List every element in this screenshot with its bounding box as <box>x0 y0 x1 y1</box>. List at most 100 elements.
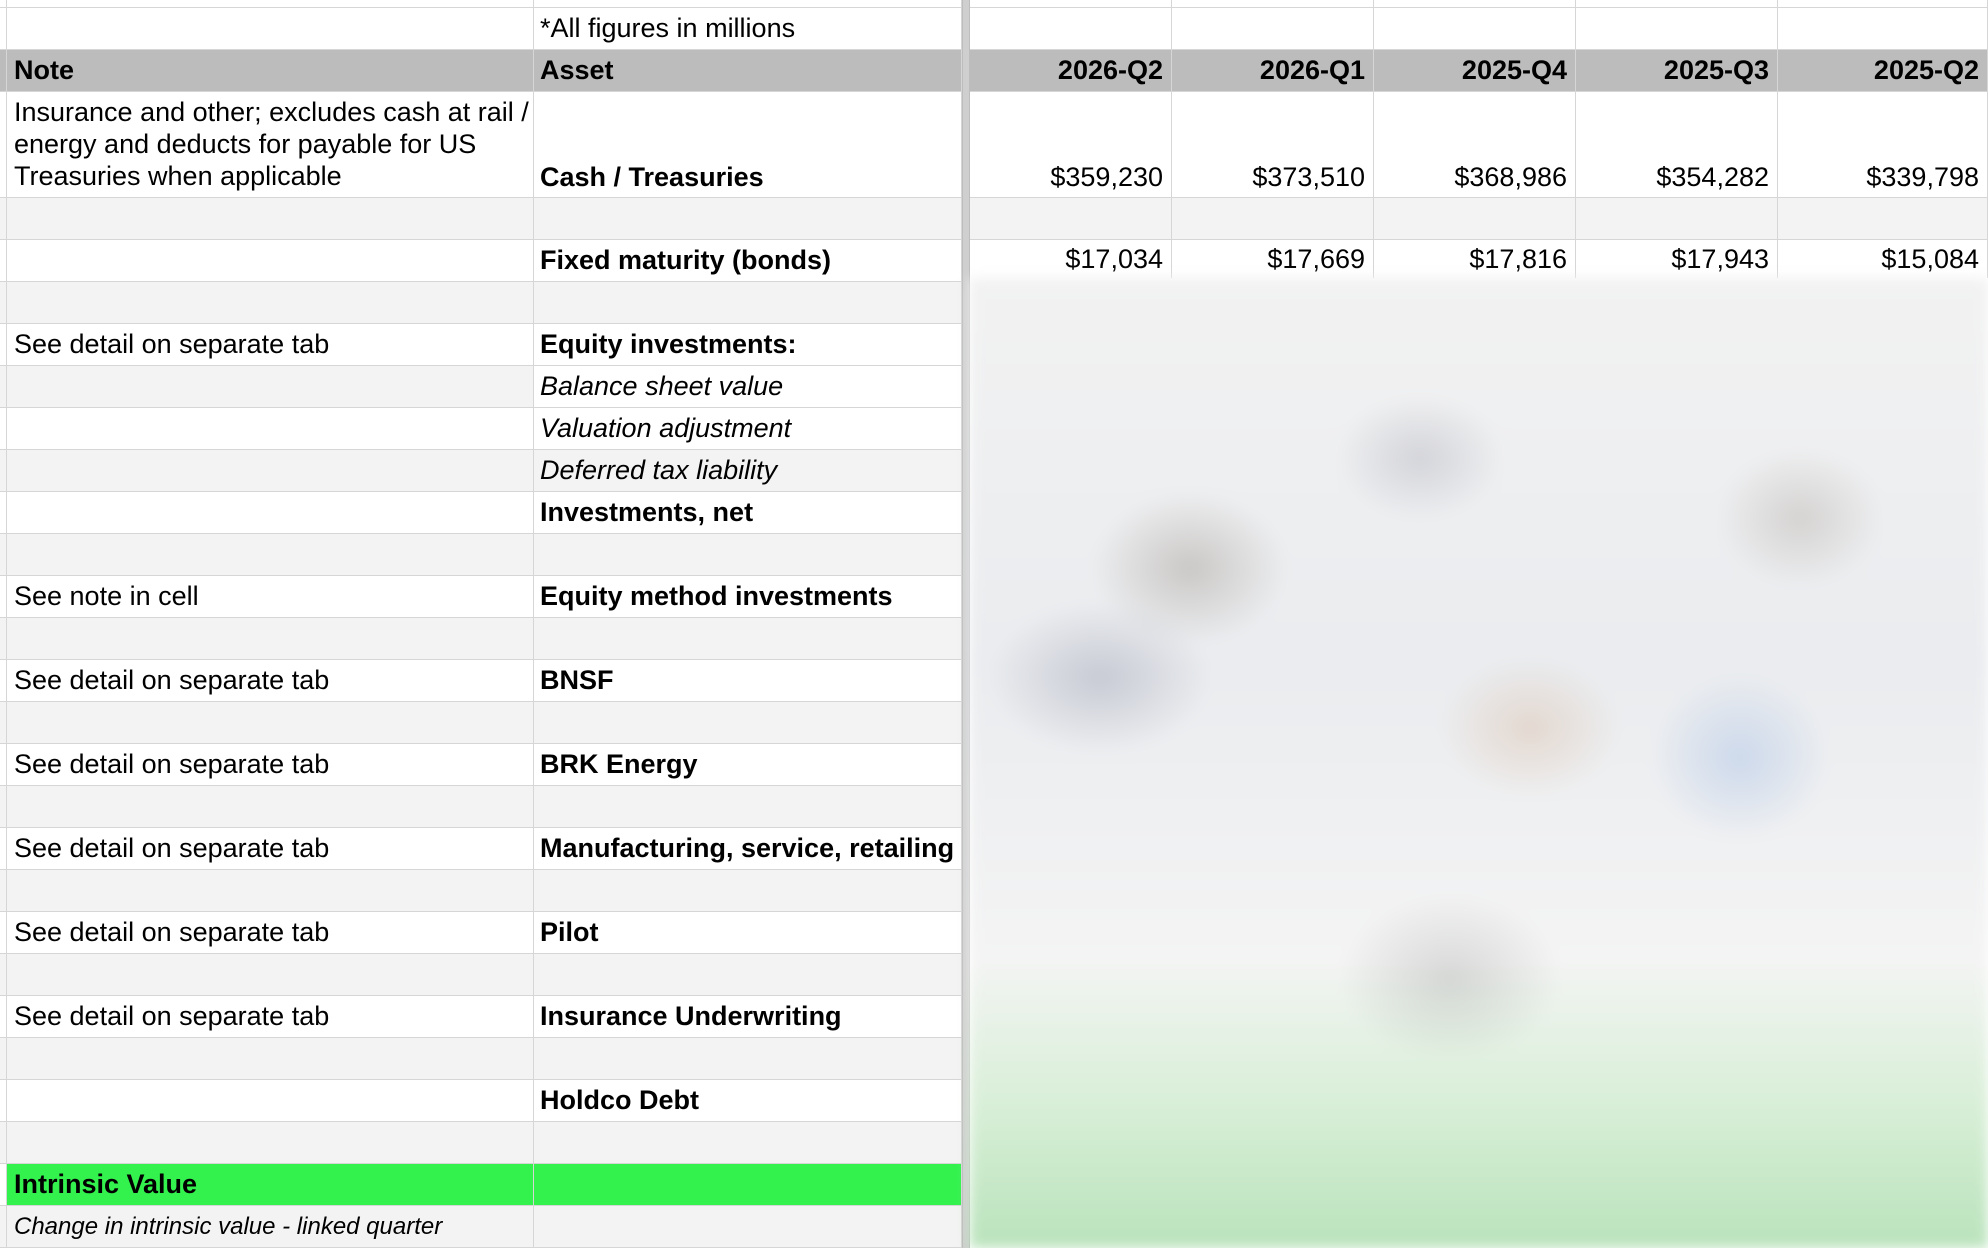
quarter-header-cell[interactable]: 2025-Q3 <box>1576 50 1778 91</box>
cell[interactable] <box>970 198 1172 239</box>
cell[interactable] <box>6 1122 534 1163</box>
value-cell[interactable]: $17,034 <box>970 240 1172 278</box>
equity-note-cell[interactable]: See detail on separate tab <box>6 324 534 365</box>
cell[interactable] <box>6 786 534 827</box>
insurance-note-cell[interactable]: See detail on separate tab <box>6 996 534 1037</box>
cell[interactable] <box>6 618 534 659</box>
deferred-asset-cell[interactable]: Deferred tax liability <box>534 450 962 491</box>
cash-note-cell[interactable]: Insurance and other; excludes cash at ra… <box>6 92 534 197</box>
holdco-asset: Holdco Debt <box>540 1085 699 1115</box>
freeze-divider[interactable] <box>962 0 970 1248</box>
cell[interactable] <box>1374 8 1576 49</box>
table-row-deferred: Deferred tax liability <box>0 450 962 492</box>
cell[interactable] <box>6 198 534 239</box>
value-cell[interactable]: $339,798 <box>1778 92 1988 197</box>
cash-asset-cell[interactable]: Cash / Treasuries <box>534 92 962 197</box>
cell[interactable] <box>534 870 962 911</box>
cell[interactable] <box>6 450 534 491</box>
net-asset: Investments, net <box>540 497 754 527</box>
cell[interactable] <box>1172 0 1374 7</box>
cell[interactable] <box>1576 198 1778 239</box>
msr-note-cell[interactable]: See detail on separate tab <box>6 828 534 869</box>
cell[interactable] <box>534 1038 962 1079</box>
value-cell[interactable]: $17,816 <box>1374 240 1576 278</box>
cell[interactable] <box>6 702 534 743</box>
bnsf-asset-cell[interactable]: BNSF <box>534 660 962 701</box>
cell[interactable] <box>534 786 962 827</box>
cell[interactable] <box>534 534 962 575</box>
value-cell[interactable]: $354,282 <box>1576 92 1778 197</box>
quarter-header: 2026-Q2 <box>1057 55 1163 85</box>
cell[interactable] <box>534 618 962 659</box>
change-label-cell[interactable]: Change in intrinsic value - linked quart… <box>6 1206 534 1247</box>
intrinsic-label-cell[interactable]: Intrinsic Value <box>6 1164 534 1205</box>
cell[interactable] <box>1576 8 1778 49</box>
cell[interactable] <box>534 1164 962 1205</box>
cell[interactable] <box>534 702 962 743</box>
quarter-header-cell[interactable]: 2025-Q4 <box>1374 50 1576 91</box>
cell[interactable] <box>6 954 534 995</box>
quarter-header-cell[interactable]: 2026-Q1 <box>1172 50 1374 91</box>
value-cell[interactable]: $17,669 <box>1172 240 1374 278</box>
cell[interactable] <box>534 198 962 239</box>
cell[interactable] <box>534 1122 962 1163</box>
cell[interactable] <box>1778 0 1988 7</box>
value-cell[interactable]: $368,986 <box>1374 92 1576 197</box>
cell[interactable] <box>1374 198 1576 239</box>
equity-method-asset-cell[interactable]: Equity method investments <box>534 576 962 617</box>
cell[interactable] <box>1778 8 1988 49</box>
cell[interactable] <box>6 282 534 323</box>
figures-note-cell[interactable]: *All figures in millions <box>534 8 962 49</box>
brk-energy-asset-cell[interactable]: BRK Energy <box>534 744 962 785</box>
value-cell[interactable]: $15,084 <box>1778 240 1988 278</box>
cell[interactable] <box>1778 198 1988 239</box>
msr-asset-cell[interactable]: Manufacturing, service, retailing <box>534 828 962 869</box>
cell[interactable] <box>6 1038 534 1079</box>
cell[interactable] <box>1374 0 1576 7</box>
note-header-cell[interactable]: Note <box>6 50 534 91</box>
table-row <box>0 282 962 324</box>
cell[interactable] <box>6 0 534 7</box>
cell[interactable] <box>1576 0 1778 7</box>
equity-method-note-cell[interactable]: See note in cell <box>6 576 534 617</box>
quarter-header-cell[interactable]: 2025-Q2 <box>1778 50 1988 91</box>
table-row <box>0 618 962 660</box>
cell[interactable] <box>534 0 962 7</box>
brk-energy-note-cell[interactable]: See detail on separate tab <box>6 744 534 785</box>
cell[interactable] <box>6 240 534 281</box>
insurance-asset-cell[interactable]: Insurance Underwriting <box>534 996 962 1037</box>
valuation-asset-cell[interactable]: Valuation adjustment <box>534 408 962 449</box>
net-asset-cell[interactable]: Investments, net <box>534 492 962 533</box>
bonds-value: $17,943 <box>1671 243 1769 274</box>
value-cell[interactable]: $373,510 <box>1172 92 1374 197</box>
bonds-asset-cell[interactable]: Fixed maturity (bonds) <box>534 240 962 281</box>
table-row-equity-method: See note in cell Equity method investmen… <box>0 576 962 618</box>
cell[interactable] <box>1172 8 1374 49</box>
cell[interactable] <box>970 8 1172 49</box>
cell[interactable] <box>534 954 962 995</box>
equity-asset-cell[interactable]: Equity investments: <box>534 324 962 365</box>
pilot-asset-cell[interactable]: Pilot <box>534 912 962 953</box>
table-row <box>0 954 962 996</box>
cell[interactable] <box>534 282 962 323</box>
value-cell[interactable]: $359,230 <box>970 92 1172 197</box>
cell[interactable] <box>6 8 534 49</box>
insurance-asset: Insurance Underwriting <box>540 1001 842 1031</box>
balance-asset-cell[interactable]: Balance sheet value <box>534 366 962 407</box>
cell[interactable] <box>6 366 534 407</box>
pilot-note-cell[interactable]: See detail on separate tab <box>6 912 534 953</box>
value-cell[interactable]: $17,943 <box>1576 240 1778 278</box>
cell[interactable] <box>6 492 534 533</box>
holdco-asset-cell[interactable]: Holdco Debt <box>534 1080 962 1121</box>
cell[interactable] <box>6 408 534 449</box>
cell[interactable] <box>6 534 534 575</box>
quarter-header-cell[interactable]: 2026-Q2 <box>970 50 1172 91</box>
cell[interactable] <box>6 1080 534 1121</box>
bnsf-note-cell[interactable]: See detail on separate tab <box>6 660 534 701</box>
cell[interactable] <box>1172 198 1374 239</box>
table-row: *All figures in millions <box>0 8 962 50</box>
asset-header-cell[interactable]: Asset <box>534 50 962 91</box>
cell[interactable] <box>970 0 1172 7</box>
cell[interactable] <box>534 1206 962 1247</box>
cell[interactable] <box>6 870 534 911</box>
